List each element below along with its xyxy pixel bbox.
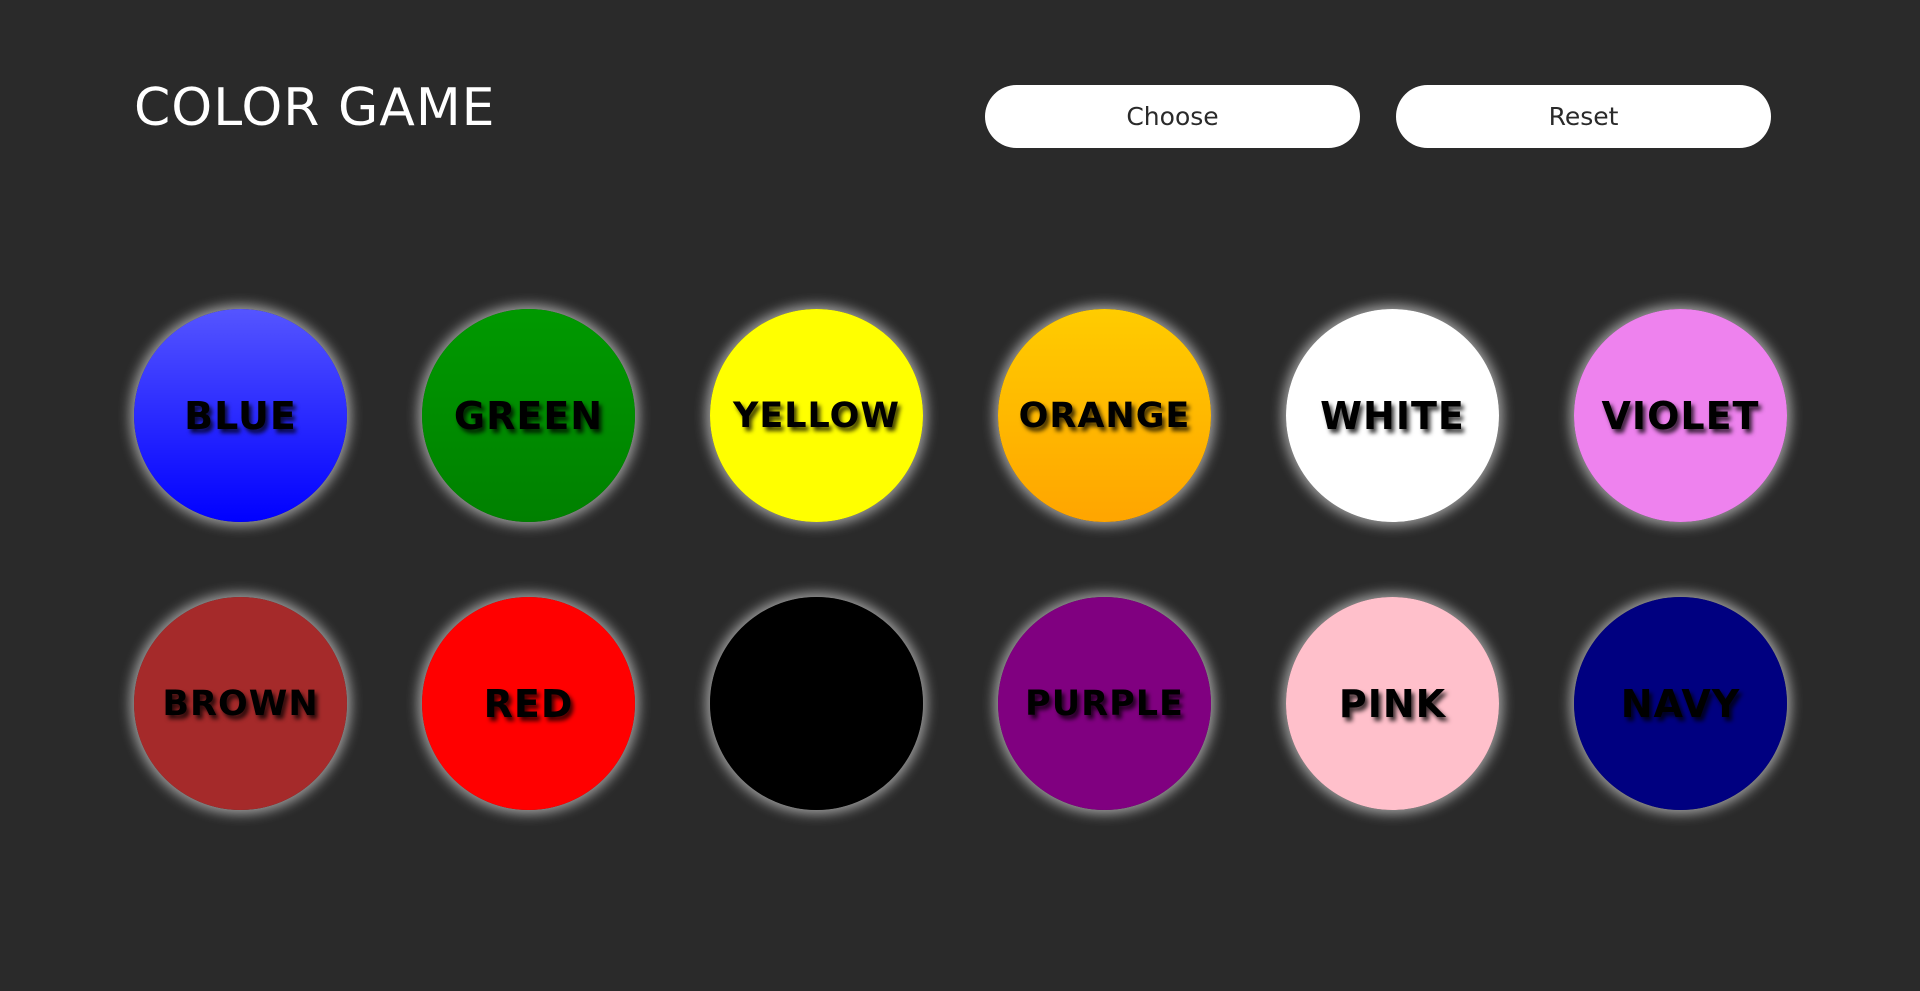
reset-button[interactable]: Reset [1396,85,1771,148]
color-label: PINK [1338,681,1447,726]
color-label: ORANGE [1018,395,1191,436]
choose-button[interactable]: Choose [985,85,1360,148]
color-circle-purple[interactable]: PURPLE [998,597,1211,810]
color-circle-pink[interactable]: PINK [1286,597,1499,810]
color-label: YELLOW [733,395,900,436]
color-label: NAVY [1620,681,1741,726]
color-circle-red[interactable]: RED [422,597,635,810]
color-label: VIOLET [1601,393,1760,438]
color-circle-violet[interactable]: VIOLET [1574,309,1787,522]
color-circle-orange[interactable]: ORANGE [998,309,1211,522]
color-circle-green[interactable]: GREEN [422,309,635,522]
color-label: BLUE [184,393,297,438]
color-label: BROWN [162,683,319,724]
game-title: COLOR GAME [134,78,496,138]
color-grid: BLUE GREEN YELLOW ORANGE WHITE VIOLET BR… [134,309,1787,810]
color-label: PURPLE [1025,683,1184,724]
color-circle-black[interactable]: BLACK [710,597,923,810]
color-circle-white[interactable]: WHITE [1286,309,1499,522]
color-circle-blue[interactable]: BLUE [134,309,347,522]
color-label: GREEN [453,393,604,438]
color-circle-brown[interactable]: BROWN [134,597,347,810]
color-label: BLACK [744,681,889,726]
color-label: WHITE [1320,393,1465,438]
color-label: RED [483,681,574,726]
color-circle-yellow[interactable]: YELLOW [710,309,923,522]
color-circle-navy[interactable]: NAVY [1574,597,1787,810]
